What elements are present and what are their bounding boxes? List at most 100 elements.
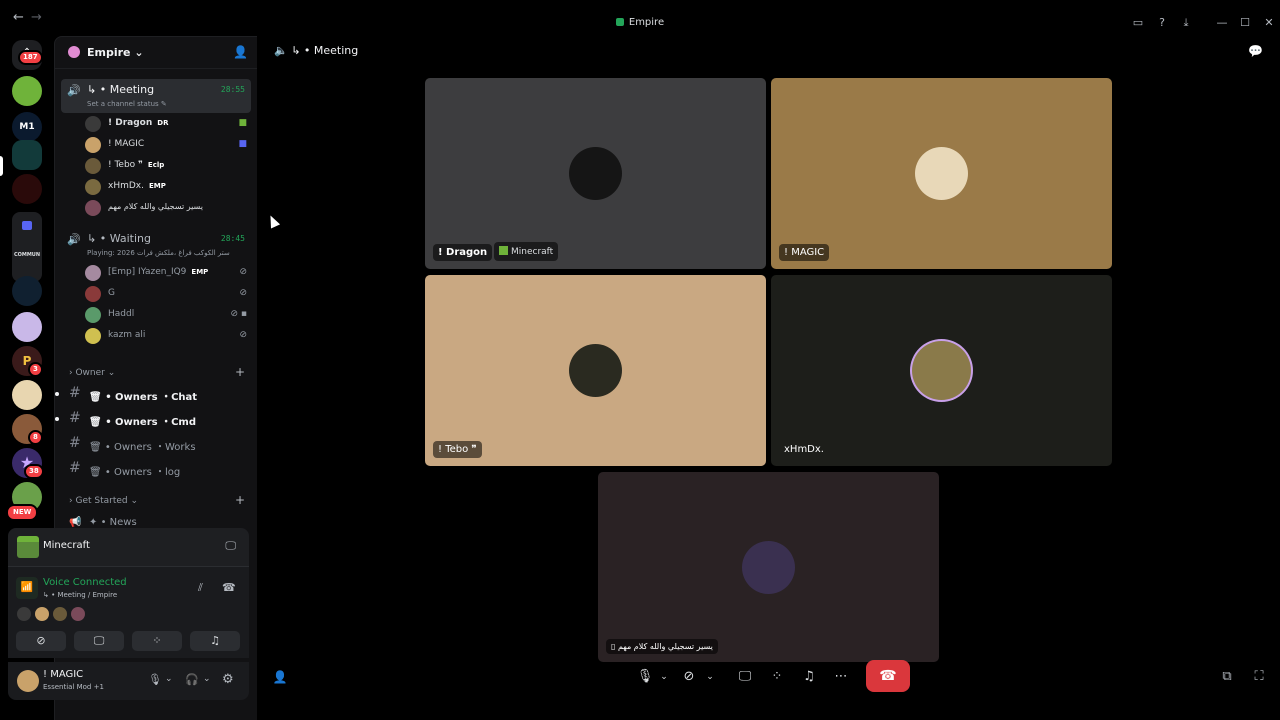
activity-panel[interactable]: Minecraft 🖵 (8, 528, 249, 566)
server-icon-9[interactable] (12, 380, 42, 410)
channel-name: 🗑 • Owners ・Chat (89, 392, 198, 403)
participant-name: ▯ يسير تسجيلي والله كلام مهم (606, 639, 718, 654)
voice-channel-waiting[interactable]: 🔊 ↳ • Waiting 28:45 Playing: 2026 ستر ال… (61, 228, 251, 262)
noise-suppression-icon[interactable]: ⫽ (198, 581, 203, 595)
download-icon[interactable]: ⤓ (1179, 16, 1193, 30)
member-name: xHmDx. EMP (108, 181, 166, 191)
participant-tile-magic[interactable]: ! MAGIC (771, 78, 1112, 269)
voice-member[interactable]: xHmDx. EMP (85, 177, 251, 197)
voice-member[interactable]: Haddl ⊘ ▪ (85, 305, 251, 325)
server-icon-empire[interactable] (12, 140, 42, 170)
close-icon[interactable]: ✕ (1262, 16, 1276, 30)
server-icon-6[interactable] (12, 276, 42, 306)
disconnect-icon[interactable]: ☎ (222, 581, 236, 594)
avatar (85, 265, 101, 281)
category-owner[interactable]: › Owner ⌄ (69, 368, 115, 378)
server-icon-2[interactable]: M1 (12, 112, 42, 142)
channel-name: ✦ • News (89, 517, 137, 528)
chevron-down-icon[interactable]: ⌄ (203, 674, 211, 684)
activities-icon[interactable]: ⁘ (768, 664, 786, 690)
voice-member[interactable]: kazm ali ⊘ (85, 326, 251, 346)
chevron-down-icon[interactable]: ⌄ (165, 674, 173, 684)
soundboard-icon[interactable]: ♫ (800, 664, 818, 690)
inbox-icon[interactable]: ▭ (1131, 16, 1145, 30)
server-icon-1[interactable] (12, 76, 42, 106)
invite-people-icon[interactable]: 👤 (233, 45, 248, 59)
new-badge: NEW (6, 504, 39, 521)
more-options-icon[interactable]: ⋯ (832, 664, 850, 690)
stream-game-icon[interactable]: 🖵 (225, 539, 236, 553)
participant-tile-xhmdx[interactable]: xHmDx. (771, 275, 1112, 466)
user-avatar[interactable] (17, 670, 39, 692)
text-channel[interactable]: # 🗑 • Owners ・Works (67, 433, 247, 455)
channel-activity: Playing: 2026 ستر الكوكب فراغ ،ملكش فرات (87, 249, 230, 257)
voice-channel-meeting[interactable]: 🔊 ↳ • Meeting 28:55 Set a channel status… (61, 79, 251, 113)
participant-tile-tebo[interactable]: ! Tebo ❞ (425, 275, 766, 466)
user-name: ! MAGIC (43, 669, 84, 680)
fullscreen-icon[interactable]: ⛶ (1250, 664, 1268, 690)
minimize-icon[interactable]: — (1215, 16, 1229, 30)
server-folder[interactable]: COMMUN (12, 212, 42, 282)
megaphone-icon: 📢 (69, 517, 82, 528)
voice-member[interactable]: ! Dragon DR ■ (85, 114, 251, 134)
member-name: ! Dragon DR (108, 118, 169, 128)
create-channel-plus-icon[interactable]: + (235, 493, 245, 507)
chat-bubble-icon[interactable]: 💬 (1248, 44, 1263, 58)
popout-icon[interactable]: ⧉ (1218, 664, 1236, 690)
text-channel[interactable]: # 🗑 • Owners ・log (67, 458, 247, 480)
community-label: COMMUN (13, 252, 41, 258)
minecraft-icon (17, 536, 39, 558)
participant-tile-user5[interactable]: ▯ يسير تسجيلي والله كلام مهم (598, 472, 939, 662)
deafened-icon: ⊘ (239, 267, 247, 277)
voice-member[interactable]: G ⊘ (85, 284, 251, 304)
signal-icon[interactable]: 📶 (16, 577, 38, 599)
user-status: Essential Mod +1 (43, 683, 104, 691)
category-get-started[interactable]: › Get Started ⌄ (69, 496, 138, 506)
guild-name: Empire ⌄ (87, 46, 144, 59)
avatar (85, 200, 101, 216)
chevron-down-icon[interactable]: ⌄ (657, 664, 671, 690)
avatar (85, 158, 101, 174)
screen-share-button[interactable]: 🖵 (74, 631, 124, 651)
add-people-icon[interactable]: 👤 (270, 664, 290, 690)
voice-member[interactable]: يسير تسجيلي والله كلام مهم (85, 198, 251, 218)
create-channel-plus-icon[interactable]: + (235, 365, 245, 379)
participant-name: xHmDx. (784, 444, 824, 455)
channel-name: ↳ • Meeting (87, 83, 155, 96)
avatar (17, 607, 31, 621)
screen-share-icon[interactable]: 🖵 (736, 664, 754, 690)
hang-up-button[interactable]: ☎ (866, 660, 910, 692)
text-channel[interactable]: # 🗑 • Owners ・Chat (55, 383, 247, 405)
home-unread-badge: 187 (18, 50, 43, 65)
chevron-down-icon[interactable]: ⌄ (703, 664, 717, 690)
avatar (71, 607, 85, 621)
user-bar: ! MAGIC Essential Mod +1 🎙 ⌄ 🎧 ⌄ ⚙ (8, 662, 249, 700)
avatar (569, 344, 622, 397)
speaker-icon: 🔊 (67, 84, 81, 97)
soundboard-button[interactable]: ♫ (190, 631, 240, 651)
voice-member[interactable]: [Emp] IYazen_IQ9 EMP ⊘ (85, 263, 251, 283)
server-icon-7[interactable] (12, 312, 42, 342)
avatar (85, 307, 101, 323)
voice-member[interactable]: ! MAGIC ■ (85, 135, 251, 155)
channel-name: 🗑 • Owners ・Works (89, 442, 196, 453)
folder-icon (22, 221, 32, 230)
settings-gear-icon[interactable]: ⚙ (222, 672, 234, 687)
camera-off-button[interactable]: ⊘ (16, 631, 66, 651)
participant-tile-dragon[interactable]: ! Dragon Minecraft (425, 78, 766, 269)
guild-header[interactable]: Empire ⌄ 👤 (55, 37, 258, 69)
maximize-icon[interactable]: ☐ (1238, 16, 1252, 30)
camera-off-icon[interactable]: ⊘ (680, 664, 698, 690)
server-icon-4[interactable] (12, 174, 42, 204)
voice-location[interactable]: ↳ • Meeting / Empire (43, 591, 117, 599)
voice-member[interactable]: ! Tebo ❞ Eclp (85, 156, 251, 176)
activities-button[interactable]: ⁘ (132, 631, 182, 651)
headphones-icon[interactable]: 🎧 (185, 673, 199, 686)
channel-status[interactable]: Set a channel status ✎ (87, 100, 247, 108)
microphone-icon[interactable]: 🎙 (636, 664, 654, 690)
microphone-icon[interactable]: 🎙 (148, 673, 162, 686)
main-header: 🔈 ↳ • Meeting 💬 (257, 36, 1280, 68)
activity-icon: ■ (238, 139, 247, 149)
help-icon[interactable]: ? (1155, 16, 1169, 30)
text-channel[interactable]: # 🗑 • Owners ・Cmd (55, 408, 247, 430)
